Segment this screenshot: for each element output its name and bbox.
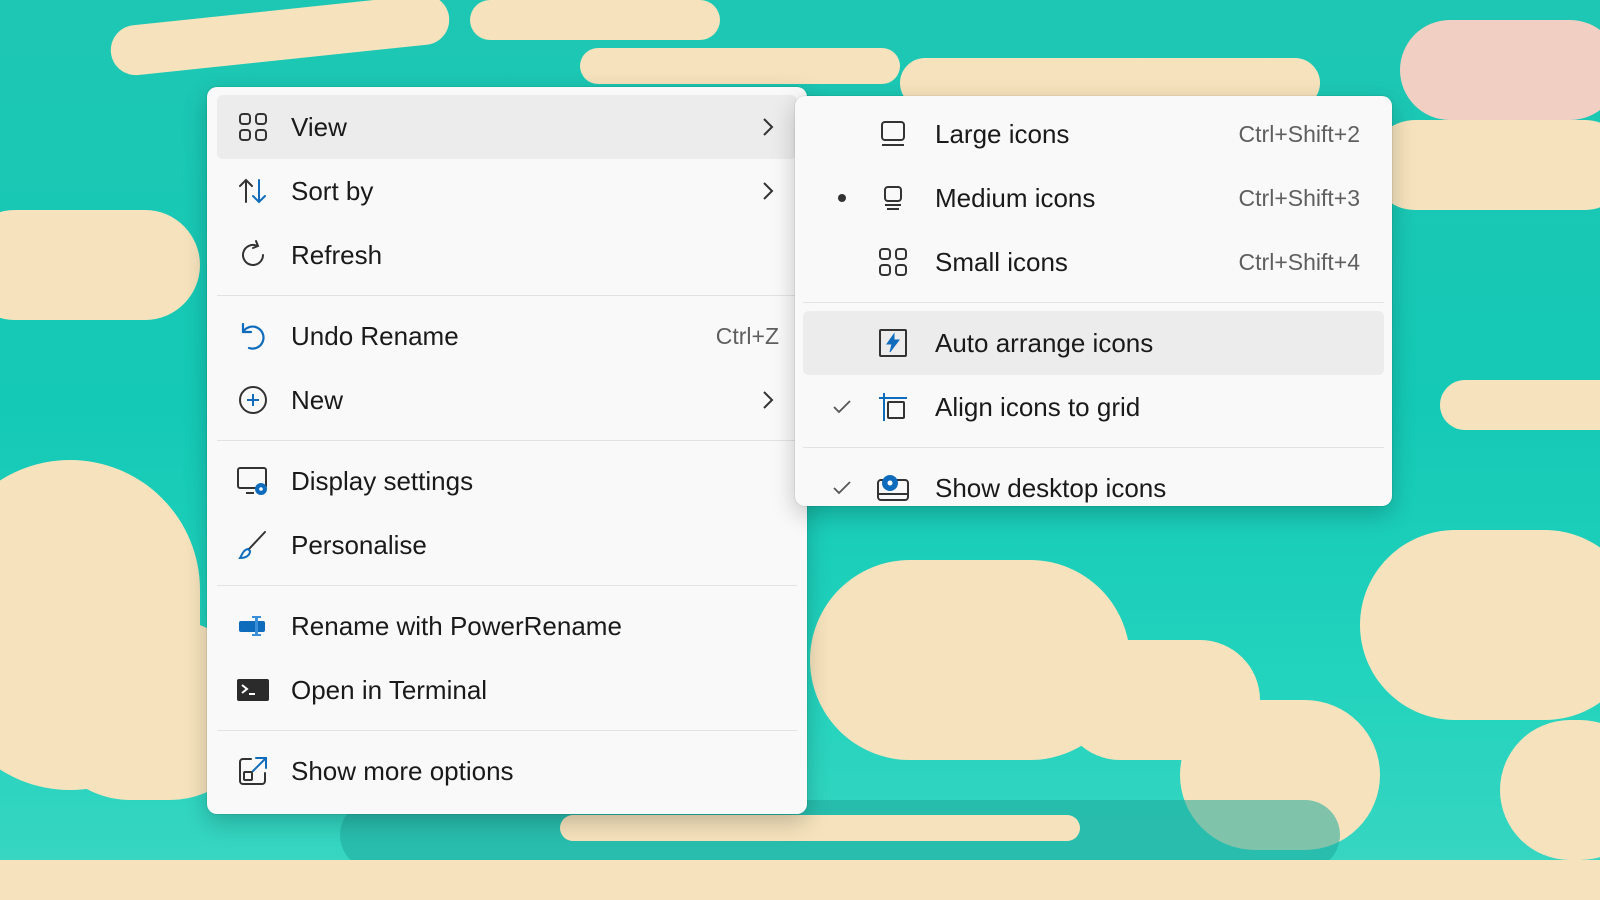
terminal-icon xyxy=(235,672,271,708)
menu-item-refresh[interactable]: Refresh xyxy=(217,223,797,287)
menu-item-personalise[interactable]: Personalise xyxy=(217,513,797,577)
small-icons-icon xyxy=(875,244,911,280)
show-desktop-icon xyxy=(875,470,911,506)
menu-item-label: New xyxy=(291,384,344,415)
checkmark-icon xyxy=(827,480,857,496)
brush-icon xyxy=(235,527,271,563)
menu-item-new[interactable]: New xyxy=(217,368,797,432)
checkmark-icon xyxy=(827,399,857,415)
shortcut-text: Ctrl+Shift+3 xyxy=(1238,184,1360,211)
wallpaper-cloud xyxy=(1370,120,1600,210)
view-submenu: Large icons Ctrl+Shift+2 Medium icons Ct… xyxy=(795,96,1392,506)
menu-item-label: Rename with PowerRename xyxy=(291,610,622,641)
menu-item-label: Refresh xyxy=(291,239,383,270)
menu-item-display-settings[interactable]: Display settings xyxy=(217,449,797,513)
chevron-right-icon xyxy=(757,389,779,411)
display-settings-icon xyxy=(235,463,271,499)
wallpaper-cloud xyxy=(1400,20,1600,120)
undo-icon xyxy=(235,318,271,354)
large-icons-icon xyxy=(875,116,911,152)
menu-item-label: Undo Rename xyxy=(291,320,459,351)
menu-item-label: Show more options xyxy=(291,755,514,786)
wallpaper-cloud xyxy=(560,815,1080,841)
submenu-item-label: Show desktop icons xyxy=(935,472,1167,503)
wallpaper-cloud xyxy=(580,48,900,84)
wallpaper-cloud xyxy=(108,0,452,78)
menu-separator xyxy=(217,295,797,296)
wallpaper-cloud xyxy=(470,0,720,40)
menu-item-label: Personalise xyxy=(291,529,427,560)
refresh-icon xyxy=(235,237,271,273)
submenu-item-label: Small icons xyxy=(935,246,1068,277)
submenu-item-label: Auto arrange icons xyxy=(935,327,1154,358)
shortcut-text: Ctrl+Shift+4 xyxy=(1238,248,1360,275)
menu-item-undo-rename[interactable]: Undo Rename Ctrl+Z xyxy=(217,304,797,368)
wallpaper-cloud xyxy=(20,230,180,290)
submenu-item-medium-icons[interactable]: Medium icons Ctrl+Shift+3 xyxy=(803,166,1384,230)
bullet-icon xyxy=(827,193,857,203)
menu-item-label: View xyxy=(291,111,347,142)
chevron-right-icon xyxy=(757,180,779,202)
medium-icons-icon xyxy=(875,180,911,216)
desktop-context-menu: View Sort by Refresh Undo Rename Ctrl+Z … xyxy=(207,87,807,814)
menu-separator xyxy=(217,585,797,586)
submenu-item-align-to-grid[interactable]: Align icons to grid xyxy=(803,375,1384,439)
menu-item-powerrename[interactable]: Rename with PowerRename xyxy=(217,594,797,658)
external-icon xyxy=(235,753,271,789)
auto-arrange-icon xyxy=(875,325,911,361)
submenu-item-show-desktop-icons[interactable]: Show desktop icons xyxy=(803,456,1384,520)
submenu-item-label: Align icons to grid xyxy=(935,391,1141,422)
align-grid-icon xyxy=(875,389,911,425)
menu-separator xyxy=(803,447,1384,448)
shortcut-text: Ctrl+Shift+2 xyxy=(1238,120,1360,147)
menu-separator xyxy=(217,440,797,441)
menu-item-sort-by[interactable]: Sort by xyxy=(217,159,797,223)
submenu-item-large-icons[interactable]: Large icons Ctrl+Shift+2 xyxy=(803,102,1384,166)
menu-item-view[interactable]: View xyxy=(217,95,797,159)
sort-icon xyxy=(235,173,271,209)
shortcut-text: Ctrl+Z xyxy=(715,322,779,349)
submenu-item-auto-arrange[interactable]: Auto arrange icons xyxy=(803,311,1384,375)
wallpaper-cloud xyxy=(1440,380,1600,430)
wallpaper-cloud xyxy=(1360,530,1600,720)
submenu-item-label: Large icons xyxy=(935,118,1070,149)
grid-icon xyxy=(235,109,271,145)
menu-separator xyxy=(803,302,1384,303)
menu-item-open-in-terminal[interactable]: Open in Terminal xyxy=(217,658,797,722)
menu-item-show-more-options[interactable]: Show more options xyxy=(217,739,797,803)
wallpaper-cloud xyxy=(1500,720,1600,860)
submenu-item-label: Medium icons xyxy=(935,182,1096,213)
menu-item-label: Open in Terminal xyxy=(291,674,488,705)
powerrename-icon xyxy=(235,608,271,644)
wallpaper-cloud xyxy=(0,860,1600,900)
chevron-right-icon xyxy=(757,116,779,138)
submenu-item-small-icons[interactable]: Small icons Ctrl+Shift+4 xyxy=(803,230,1384,294)
plus-circle-icon xyxy=(235,382,271,418)
menu-item-label: Sort by xyxy=(291,175,374,206)
menu-item-label: Display settings xyxy=(291,465,474,496)
menu-separator xyxy=(217,730,797,731)
